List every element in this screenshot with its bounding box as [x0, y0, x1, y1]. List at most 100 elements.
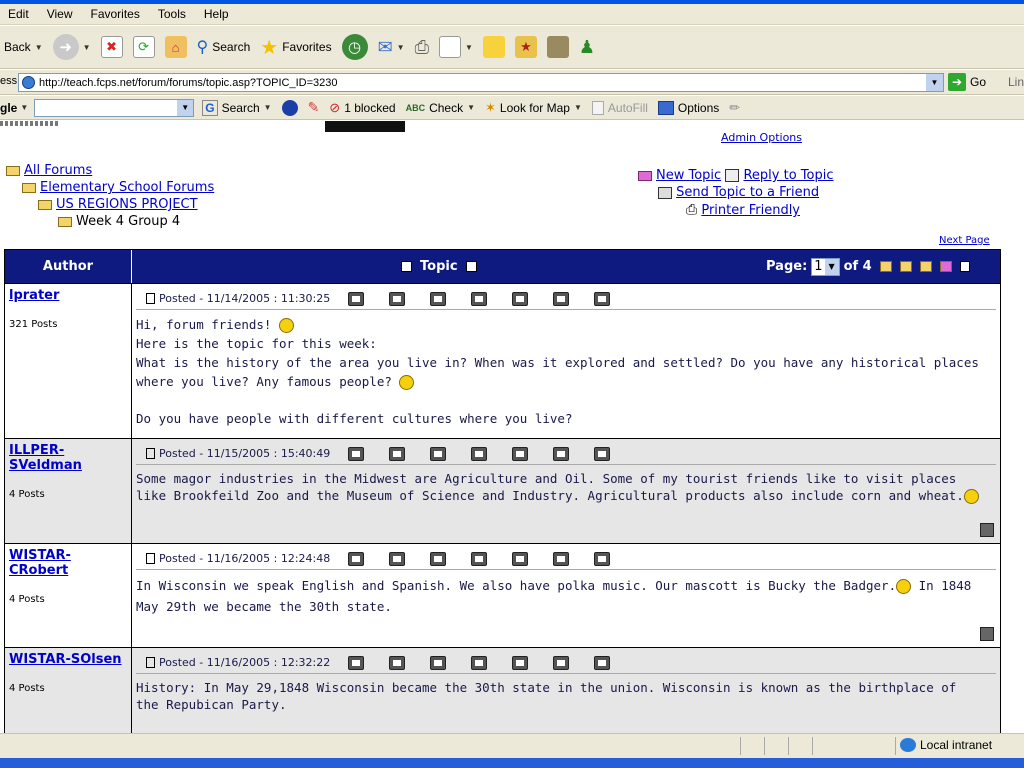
stop-button[interactable]: ✖: [100, 36, 123, 58]
author-link[interactable]: WISTAR-CRobert: [9, 548, 127, 578]
mail-button[interactable]: ✉ ▼: [378, 37, 405, 58]
post-count: 4 Posts: [9, 683, 45, 694]
chevron-down-icon[interactable]: ▼: [397, 43, 405, 52]
chevron-down-icon[interactable]: ▼: [465, 43, 473, 52]
folder-lock-icon[interactable]: [919, 261, 932, 272]
delete-post-icon[interactable]: [594, 446, 611, 461]
google-search-input[interactable]: ▼: [34, 98, 195, 117]
email-icon[interactable]: [389, 655, 406, 670]
menu-edit[interactable]: Edit: [8, 7, 29, 21]
edit-post-icon[interactable]: [471, 446, 488, 461]
edit-topic-icon[interactable]: [553, 446, 570, 461]
homepage-icon[interactable]: [430, 291, 447, 306]
chevron-down-icon[interactable]: ▼: [177, 99, 194, 116]
spellcheck-button[interactable]: ABC Check ▼: [406, 101, 475, 115]
edit-post-icon[interactable]: [471, 551, 488, 566]
folder-edit-icon[interactable]: [899, 261, 912, 272]
research-button[interactable]: ★: [514, 36, 537, 58]
site-search-button[interactable]: [281, 99, 298, 116]
edit-post-icon[interactable]: [471, 291, 488, 306]
address-input[interactable]: http://teach.fcps.net/forum/forums/topic…: [18, 73, 944, 92]
homepage-icon[interactable]: [430, 655, 447, 670]
delete-post-icon[interactable]: [594, 655, 611, 670]
reply-quote-icon[interactable]: [512, 446, 529, 461]
folder-up-icon[interactable]: [879, 261, 892, 272]
next-topic-icon[interactable]: [465, 261, 477, 272]
home-button[interactable]: ⌂: [164, 36, 187, 58]
email-icon[interactable]: [389, 291, 406, 306]
edit-post-icon[interactable]: [471, 655, 488, 670]
homepage-icon[interactable]: [430, 551, 447, 566]
menu-view[interactable]: View: [47, 7, 73, 21]
new-topic-small-icon[interactable]: [939, 261, 952, 272]
profile-icon[interactable]: [348, 655, 365, 670]
history-button[interactable]: ◷: [341, 34, 368, 60]
menu-help[interactable]: Help: [204, 7, 229, 21]
next-page-link[interactable]: Next Page: [939, 235, 990, 246]
google-logo[interactable]: gle: [0, 101, 17, 115]
popup-blocker-button[interactable]: ⊘ 1 blocked: [329, 100, 395, 116]
email-icon[interactable]: [389, 446, 406, 461]
profile-icon[interactable]: [348, 551, 365, 566]
chevron-down-icon[interactable]: ▼: [35, 43, 43, 52]
elementary-forums-link[interactable]: Elementary School Forums: [40, 180, 214, 195]
chevron-down-icon[interactable]: ▼: [467, 103, 475, 112]
edit-topic-icon[interactable]: [553, 655, 570, 670]
chevron-down-icon[interactable]: ▼: [20, 103, 28, 112]
all-forums-link[interactable]: All Forums: [24, 163, 92, 178]
back-button[interactable]: Back ▼: [4, 40, 43, 54]
pagerank-icon: ✎: [307, 99, 320, 115]
forward-button[interactable]: ➜ ▼: [52, 34, 91, 60]
admin-options-link[interactable]: Admin Options: [721, 131, 802, 144]
chevron-down-icon[interactable]: ▼: [83, 43, 91, 52]
quote-icon[interactable]: [980, 627, 994, 641]
new-topic-link[interactable]: New Topic: [656, 168, 721, 183]
autofill-button[interactable]: AutoFill: [591, 100, 648, 115]
go-button[interactable]: ➔ Go: [948, 73, 986, 91]
quote-icon[interactable]: [980, 523, 994, 537]
author-link[interactable]: WISTAR-SOlsen: [9, 652, 127, 667]
send-friend-link[interactable]: Send Topic to a Friend: [676, 185, 819, 200]
google-search-button[interactable]: G Search ▼: [202, 99, 272, 116]
post-text: What is the history of the area you live…: [136, 355, 979, 389]
edit-button[interactable]: ▼: [439, 36, 473, 58]
pagerank-button[interactable]: ✎: [308, 99, 320, 116]
favorites-label: Favorites: [282, 40, 332, 54]
reply-quote-icon[interactable]: [512, 291, 529, 306]
chevron-down-icon[interactable]: ▼: [824, 258, 839, 275]
reply-topic-link[interactable]: Reply to Topic: [743, 168, 833, 183]
search-button[interactable]: ⚲ Search: [197, 37, 251, 57]
page-select[interactable]: 1 ▼: [811, 257, 840, 276]
chevron-down-icon[interactable]: ▼: [574, 103, 582, 112]
delete-post-icon[interactable]: [594, 551, 611, 566]
links-label[interactable]: Lin: [1008, 75, 1024, 89]
options-button[interactable]: Options: [657, 100, 719, 115]
author-link[interactable]: lprater: [9, 288, 127, 303]
media-button[interactable]: [546, 36, 569, 58]
us-regions-link[interactable]: US REGIONS PROJECT: [56, 197, 198, 212]
profile-icon[interactable]: [348, 446, 365, 461]
printer-friendly-link[interactable]: Printer Friendly: [701, 203, 800, 218]
delete-post-icon[interactable]: [594, 291, 611, 306]
author-link[interactable]: ILLPER-SVeldman: [9, 443, 127, 473]
discuss-button[interactable]: [482, 36, 505, 58]
edit-topic-icon[interactable]: [553, 551, 570, 566]
chevron-down-icon[interactable]: ▼: [264, 103, 272, 112]
messenger-button[interactable]: ♟: [579, 37, 595, 58]
print-button[interactable]: ⎙: [415, 37, 429, 58]
delete-icon[interactable]: [959, 261, 970, 272]
highlight-button[interactable]: ✏: [729, 100, 740, 116]
homepage-icon[interactable]: [430, 446, 447, 461]
address-dropdown-icon[interactable]: ▼: [926, 74, 943, 91]
reply-quote-icon[interactable]: [512, 551, 529, 566]
refresh-button[interactable]: ⟳: [132, 36, 155, 58]
menu-tools[interactable]: Tools: [158, 7, 186, 21]
prev-topic-icon[interactable]: [401, 261, 412, 272]
edit-topic-icon[interactable]: [553, 291, 570, 306]
favorites-button[interactable]: ★ Favorites: [260, 35, 331, 60]
email-icon[interactable]: [389, 551, 406, 566]
lookfor-map-button[interactable]: ✶ Look for Map ▼: [485, 100, 582, 116]
menu-favorites[interactable]: Favorites: [90, 7, 139, 21]
reply-quote-icon[interactable]: [512, 655, 529, 670]
profile-icon[interactable]: [348, 291, 365, 306]
